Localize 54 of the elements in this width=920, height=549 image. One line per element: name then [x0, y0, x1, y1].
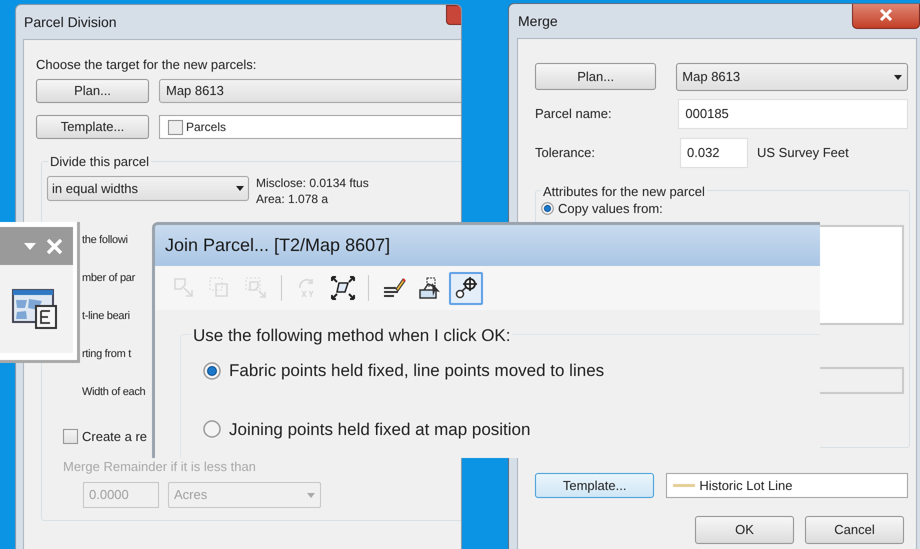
- dropdown-arrow-icon: [894, 74, 902, 80]
- field-label: Parcel name:: [535, 105, 613, 124]
- toolbar-button[interactable]: [449, 272, 483, 304]
- template-button[interactable]: Template...: [535, 473, 654, 498]
- radio-label: Copy values from:: [558, 200, 663, 218]
- dialog-button[interactable]: Cancel: [805, 516, 904, 544]
- shape-arrow-icon: [172, 276, 196, 300]
- plan-button[interactable]: Plan...: [36, 79, 149, 103]
- field-label: rting from t: [82, 346, 131, 362]
- checkbox-label: Create a re: [82, 428, 148, 446]
- field-label: mber of par: [82, 270, 135, 286]
- radio-label: Joining points held fixed at map position: [229, 418, 530, 440]
- template-field[interactable]: Historic Lot Line: [666, 473, 908, 498]
- close-icon[interactable]: [46, 238, 63, 254]
- lines-pencil-icon: [382, 276, 406, 300]
- instruction-text: Choose the target for the new parcels:: [36, 56, 258, 74]
- remainder-label: Merge Remainder if it is less than: [62, 458, 257, 476]
- misclose-text: Misclose: 0.0134 ftus: [256, 175, 369, 191]
- parcel-pointer-icon: [418, 276, 442, 300]
- field-label: Width of each: [82, 384, 146, 400]
- plan-button[interactable]: Plan...: [535, 63, 656, 90]
- plan-dropdown[interactable]: Map 8613: [676, 63, 908, 91]
- symbol-swatch-icon: [168, 120, 183, 134]
- template-field[interactable]: Parcels: [159, 115, 461, 139]
- join-point-icon: [454, 276, 478, 300]
- window-title: Join Parcel... [T2/Map 8607]: [165, 234, 390, 257]
- field-label: the followi: [82, 232, 128, 248]
- radio-button[interactable]: [203, 420, 221, 438]
- plan-dropdown[interactable]: Map 8613: [159, 79, 461, 103]
- dropdown-arrow-icon: [307, 492, 315, 498]
- parcel-name-field[interactable]: 000185: [678, 99, 908, 129]
- dashed-shape-arrow-icon: [244, 276, 268, 300]
- dropdown-arrow-icon[interactable]: [24, 242, 36, 250]
- method-dropdown[interactable]: in equal widths: [47, 176, 249, 201]
- field-label: Tolerance:: [535, 144, 596, 162]
- radio-label: Fabric points held fixed, line points moved to lines: [229, 360, 604, 382]
- radio-button[interactable]: [203, 362, 221, 380]
- close-icon: [879, 9, 893, 21]
- dialog-button[interactable]: OK: [695, 516, 794, 544]
- template-button[interactable]: Template...: [36, 115, 149, 139]
- dropdown-arrow-icon: [236, 186, 244, 191]
- close-button[interactable]: [852, 4, 920, 29]
- window-title: Parcel Division: [24, 12, 117, 32]
- unit-label: US Survey Feet: [757, 144, 849, 162]
- fit-extent-icon: [331, 276, 355, 300]
- tolerance-field[interactable]: 0.032: [680, 138, 748, 168]
- field-label: t-line beari: [82, 308, 130, 324]
- line-symbol-icon: [673, 484, 696, 488]
- checkbox[interactable]: [63, 429, 78, 444]
- window-title: Merge: [518, 12, 558, 31]
- radio-button[interactable]: [541, 202, 554, 216]
- area-text: Area: 1.078 a: [256, 191, 330, 207]
- table-document-icon[interactable]: [12, 288, 58, 330]
- template-value: Parcels: [186, 119, 226, 136]
